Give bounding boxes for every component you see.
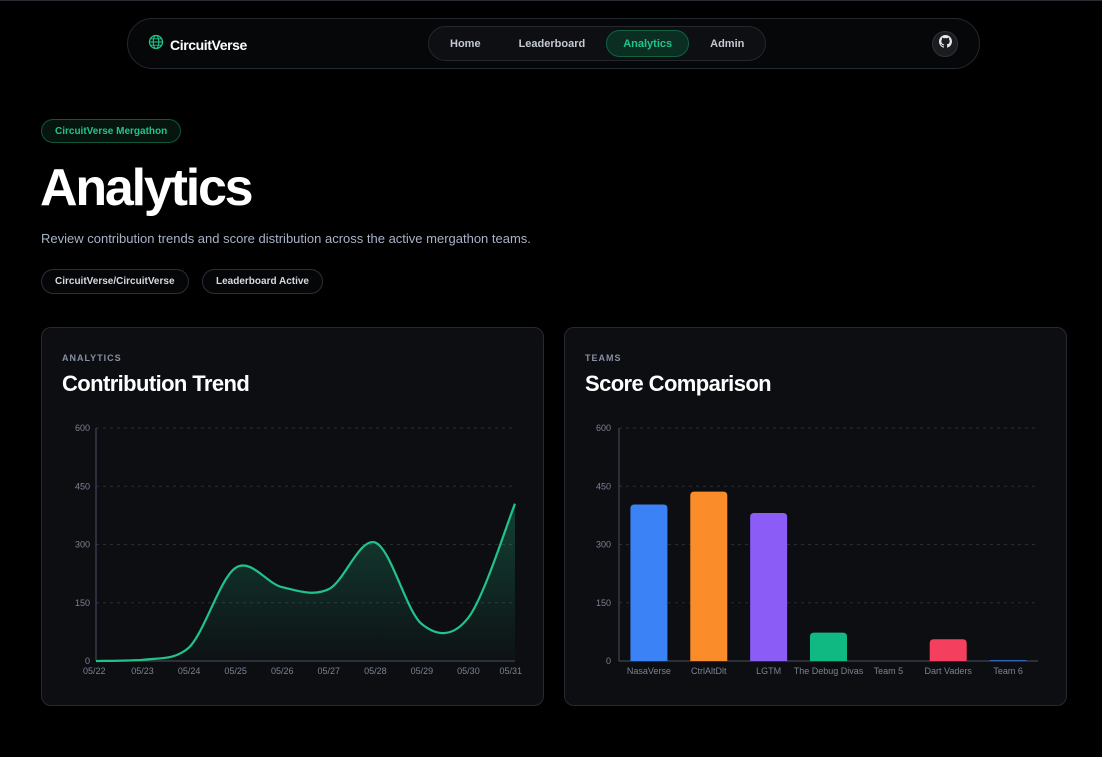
nav-link-analytics[interactable]: Analytics <box>606 30 690 57</box>
area-fill <box>96 503 515 661</box>
y-tick-label: 450 <box>75 481 90 491</box>
x-tick-label: 05/22 <box>83 666 106 676</box>
y-tick-label: 0 <box>606 656 611 666</box>
brand-name: CircuitVerse <box>170 36 247 53</box>
repo-chip: CircuitVerse/CircuitVerse <box>41 269 189 294</box>
contribution-trend-chart: 0 150 300 450 600 05/22 05/23 05/24 05/25 05/26 05… <box>75 423 522 676</box>
y-tick-label: 600 <box>75 423 90 433</box>
y-tick-label: 300 <box>75 540 90 550</box>
x-tick-label: 05/23 <box>131 666 154 676</box>
y-tick-label: 300 <box>596 540 611 550</box>
x-tick-label: The Debug Divas <box>794 666 864 676</box>
y-tick-label: 450 <box>596 481 611 491</box>
brand-logo[interactable]: CircuitVerse <box>148 34 247 55</box>
y-tick-label: 600 <box>596 423 611 433</box>
bar <box>630 504 668 661</box>
status-chip: Leaderboard Active <box>202 269 323 294</box>
x-tick-label: CtrlAltDlt <box>691 666 727 676</box>
bar <box>929 639 967 661</box>
x-tick-label: 05/29 <box>411 666 434 676</box>
globe-icon <box>148 34 164 55</box>
x-tick-label: Team 6 <box>993 666 1023 676</box>
x-tick-label: 05/27 <box>318 666 341 676</box>
x-tick-label: 05/31 <box>499 666 522 676</box>
x-tick-label: Team 5 <box>874 666 904 676</box>
bar <box>690 491 728 661</box>
bar <box>989 660 1027 661</box>
nav-link-home[interactable]: Home <box>433 30 498 57</box>
x-tick-label: LGTM <box>756 666 781 676</box>
bar <box>810 632 847 661</box>
x-tick-label: 05/30 <box>457 666 480 676</box>
x-tick-label: 05/28 <box>364 666 387 676</box>
y-tick-label: 150 <box>596 598 611 608</box>
bar <box>750 513 788 661</box>
nav-link-leaderboard[interactable]: Leaderboard <box>502 30 603 57</box>
score-comparison-card: TEAMS Score Comparison 0 150 300 450 600 Nasa… <box>564 327 1067 706</box>
nav-link-admin[interactable]: Admin <box>693 30 761 57</box>
github-button[interactable] <box>932 31 958 57</box>
github-icon <box>938 35 952 53</box>
x-tick-label: 05/24 <box>178 666 201 676</box>
x-tick-label: Dart Vaders <box>925 666 973 676</box>
page-subtitle: Review contribution trends and score dis… <box>41 231 531 246</box>
score-comparison-chart: 0 150 300 450 600 NasaVerse CtrlAltDlt LGTM The … <box>596 423 1038 676</box>
y-tick-label: 150 <box>75 598 90 608</box>
nav-links: Home Leaderboard Analytics Admin <box>428 26 767 61</box>
page-title: Analytics <box>40 159 254 217</box>
x-tick-label: 05/25 <box>224 666 247 676</box>
event-badge: CircuitVerse Mergathon <box>41 119 182 143</box>
x-tick-label: NasaVerse <box>627 666 671 676</box>
x-tick-label: 05/26 <box>271 666 294 676</box>
contribution-trend-card: ANALYTICS Contribution Trend 0 150 300 450 6… <box>41 327 544 706</box>
top-navbar: CircuitVerse Home Leaderboard Analytics … <box>127 18 980 69</box>
y-tick-label: 0 <box>85 656 90 666</box>
